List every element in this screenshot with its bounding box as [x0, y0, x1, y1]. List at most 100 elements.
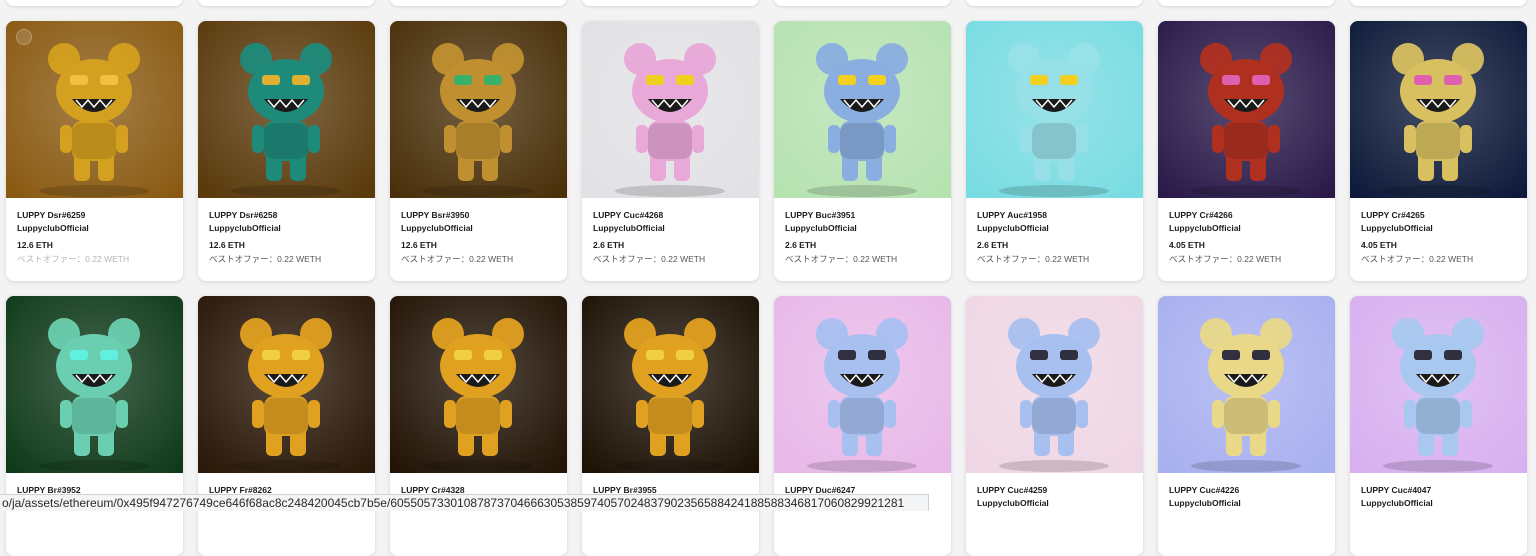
- best-offer: ベストオファー：0.22 WETH: [977, 254, 1090, 264]
- nft-thumbnail[interactable]: [582, 21, 759, 198]
- nft-figure-image: [774, 296, 951, 473]
- nft-card[interactable]: LUPPY Cuc#4268 LuppyclubOfficial 2.6 ETH ベス…: [582, 21, 759, 281]
- nft-price: 2.6 ETH: [977, 240, 1009, 250]
- nft-name: LUPPY Bsr#3950: [401, 210, 470, 220]
- nft-card[interactable]: LUPPY Cuc#4259 LuppyclubOfficial: [966, 296, 1143, 556]
- nft-card[interactable]: LUPPY Cr#4328: [390, 296, 567, 556]
- nft-name: LUPPY Cuc#4226: [1169, 485, 1240, 495]
- nft-card-info: LUPPY Dsr#6258 LuppyclubOfficial 12.6 ETH ベ…: [209, 209, 367, 266]
- nft-name: LUPPY Cuc#4259: [977, 485, 1048, 495]
- nft-thumbnail[interactable]: [1350, 21, 1527, 198]
- nft-figure-image: [966, 296, 1143, 473]
- nft-figure-image: [1350, 21, 1527, 198]
- collection-name: LuppyclubOfficial: [209, 223, 281, 233]
- nft-thumbnail[interactable]: [582, 296, 759, 473]
- nft-card-info: LUPPY Cuc#4047 LuppyclubOfficial: [1361, 484, 1519, 510]
- best-offer: ベストオファー：0.22 WETH: [209, 254, 322, 264]
- nft-card[interactable]: LUPPY Cuc#4226 LuppyclubOfficial: [1158, 296, 1335, 556]
- nft-card[interactable]: LUPPY Duc#6247: [774, 296, 951, 556]
- nft-card-info: LUPPY Cr#4265 LuppyclubOfficial 4.05 ETH ベス…: [1361, 209, 1519, 266]
- nft-card-info: LUPPY Buc#3951 LuppyclubOfficial 2.6 ETH ベス…: [785, 209, 943, 266]
- nft-card[interactable]: LUPPY Cr#4265 LuppyclubOfficial 4.05 ETH ベス…: [1350, 21, 1527, 281]
- nft-asset-grid: LUPPY Dsr#6259 LuppyclubOfficial 12.6 ETH ベ…: [0, 0, 1536, 556]
- nft-thumbnail[interactable]: [198, 21, 375, 198]
- nft-price: 2.6 ETH: [593, 240, 625, 250]
- nft-card-info: LUPPY Auc#1958 LuppyclubOfficial 2.6 ETH ベス…: [977, 209, 1135, 266]
- nft-name: LUPPY Dsr#6259: [17, 210, 86, 220]
- nft-name: LUPPY Dsr#6258: [209, 210, 278, 220]
- nft-name: LUPPY Buc#3951: [785, 210, 856, 220]
- nft-thumbnail[interactable]: [1350, 296, 1527, 473]
- nft-card[interactable]: LUPPY Dsr#6258 LuppyclubOfficial 12.6 ETH ベ…: [198, 21, 375, 281]
- collection-name: LuppyclubOfficial: [977, 498, 1049, 508]
- favorite-icon[interactable]: [16, 29, 32, 45]
- nft-card-info: LUPPY Cuc#4226 LuppyclubOfficial: [1169, 484, 1327, 510]
- nft-thumbnail[interactable]: [390, 296, 567, 473]
- nft-card-info: LUPPY Cuc#4259 LuppyclubOfficial: [977, 484, 1135, 510]
- nft-price: 4.05 ETH: [1361, 240, 1397, 250]
- collection-name: LuppyclubOfficial: [977, 223, 1049, 233]
- nft-name: LUPPY Cuc#4047: [1361, 485, 1432, 495]
- nft-name: LUPPY Cr#4265: [1361, 210, 1425, 220]
- collection-name: LuppyclubOfficial: [593, 223, 665, 233]
- nft-card[interactable]: LUPPY Br#3952: [6, 296, 183, 556]
- nft-figure-image: [966, 21, 1143, 198]
- nft-card[interactable]: LUPPY Cr#4266 LuppyclubOfficial 4.05 ETH ベス…: [1158, 21, 1335, 281]
- nft-figure-image: [390, 21, 567, 198]
- nft-thumbnail[interactable]: [6, 296, 183, 473]
- nft-figure-image: [390, 296, 567, 473]
- nft-price: 4.05 ETH: [1169, 240, 1205, 250]
- nft-thumbnail[interactable]: [1158, 296, 1335, 473]
- nft-figure-image: [1350, 296, 1527, 473]
- link-status-bar: o/ja/assets/ethereum/0x495f947276749ce64…: [0, 494, 929, 511]
- collection-name: LuppyclubOfficial: [1169, 498, 1241, 508]
- collection-name: LuppyclubOfficial: [401, 223, 473, 233]
- collection-name: LuppyclubOfficial: [17, 223, 89, 233]
- nft-thumbnail[interactable]: [198, 296, 375, 473]
- collection-name: LuppyclubOfficial: [785, 223, 857, 233]
- nft-figure-image: [582, 21, 759, 198]
- nft-price: 12.6 ETH: [17, 240, 53, 250]
- nft-figure-image: [774, 21, 951, 198]
- nft-thumbnail[interactable]: [966, 21, 1143, 198]
- nft-name: LUPPY Cuc#4268: [593, 210, 664, 220]
- nft-figure-image: [198, 21, 375, 198]
- nft-name: LUPPY Auc#1958: [977, 210, 1047, 220]
- best-offer: ベストオファー：0.22 WETH: [785, 254, 898, 264]
- nft-card[interactable]: LUPPY Fr#8262: [198, 296, 375, 556]
- collection-name: LuppyclubOfficial: [1361, 223, 1433, 233]
- nft-card-info: LUPPY Bsr#3950 LuppyclubOfficial 12.6 ETH ベ…: [401, 209, 559, 266]
- nft-card-info: LUPPY Cr#4266 LuppyclubOfficial 4.05 ETH ベス…: [1169, 209, 1327, 266]
- nft-figure-image: [1158, 21, 1335, 198]
- nft-figure-image: [198, 296, 375, 473]
- nft-card-info: LUPPY Dsr#6259 LuppyclubOfficial 12.6 ETH ベ…: [17, 209, 175, 266]
- best-offer: ベストオファー：0.22 WETH: [1361, 254, 1474, 264]
- nft-figure-image: [582, 296, 759, 473]
- nft-card[interactable]: LUPPY Buc#3951 LuppyclubOfficial 2.6 ETH ベス…: [774, 21, 951, 281]
- collection-name: LuppyclubOfficial: [1361, 498, 1433, 508]
- nft-thumbnail[interactable]: [390, 21, 567, 198]
- nft-price: 12.6 ETH: [209, 240, 245, 250]
- best-offer: ベストオファー：0.22 WETH: [593, 254, 706, 264]
- best-offer: ベストオファー：0.22 WETH: [17, 254, 130, 264]
- nft-name: LUPPY Cr#4266: [1169, 210, 1233, 220]
- nft-figure-image: [1158, 296, 1335, 473]
- nft-card[interactable]: LUPPY Bsr#3950 LuppyclubOfficial 12.6 ETH ベ…: [390, 21, 567, 281]
- nft-thumbnail[interactable]: [774, 296, 951, 473]
- best-offer: ベストオファー：0.22 WETH: [1169, 254, 1282, 264]
- nft-thumbnail[interactable]: [1158, 21, 1335, 198]
- best-offer: ベストオファー：0.22 WETH: [401, 254, 514, 264]
- nft-card-info: LUPPY Cuc#4268 LuppyclubOfficial 2.6 ETH ベス…: [593, 209, 751, 266]
- nft-card[interactable]: LUPPY Dsr#6259 LuppyclubOfficial 12.6 ETH ベ…: [6, 21, 183, 281]
- nft-price: 12.6 ETH: [401, 240, 437, 250]
- nft-figure-image: [6, 21, 183, 198]
- nft-card[interactable]: LUPPY Auc#1958 LuppyclubOfficial 2.6 ETH ベス…: [966, 21, 1143, 281]
- nft-thumbnail[interactable]: [966, 296, 1143, 473]
- nft-thumbnail[interactable]: [6, 21, 183, 198]
- collection-name: LuppyclubOfficial: [1169, 223, 1241, 233]
- nft-price: 2.6 ETH: [785, 240, 817, 250]
- nft-card[interactable]: LUPPY Cuc#4047 LuppyclubOfficial: [1350, 296, 1527, 556]
- nft-card[interactable]: LUPPY Br#3955: [582, 296, 759, 556]
- nft-thumbnail[interactable]: [774, 21, 951, 198]
- nft-figure-image: [6, 296, 183, 473]
